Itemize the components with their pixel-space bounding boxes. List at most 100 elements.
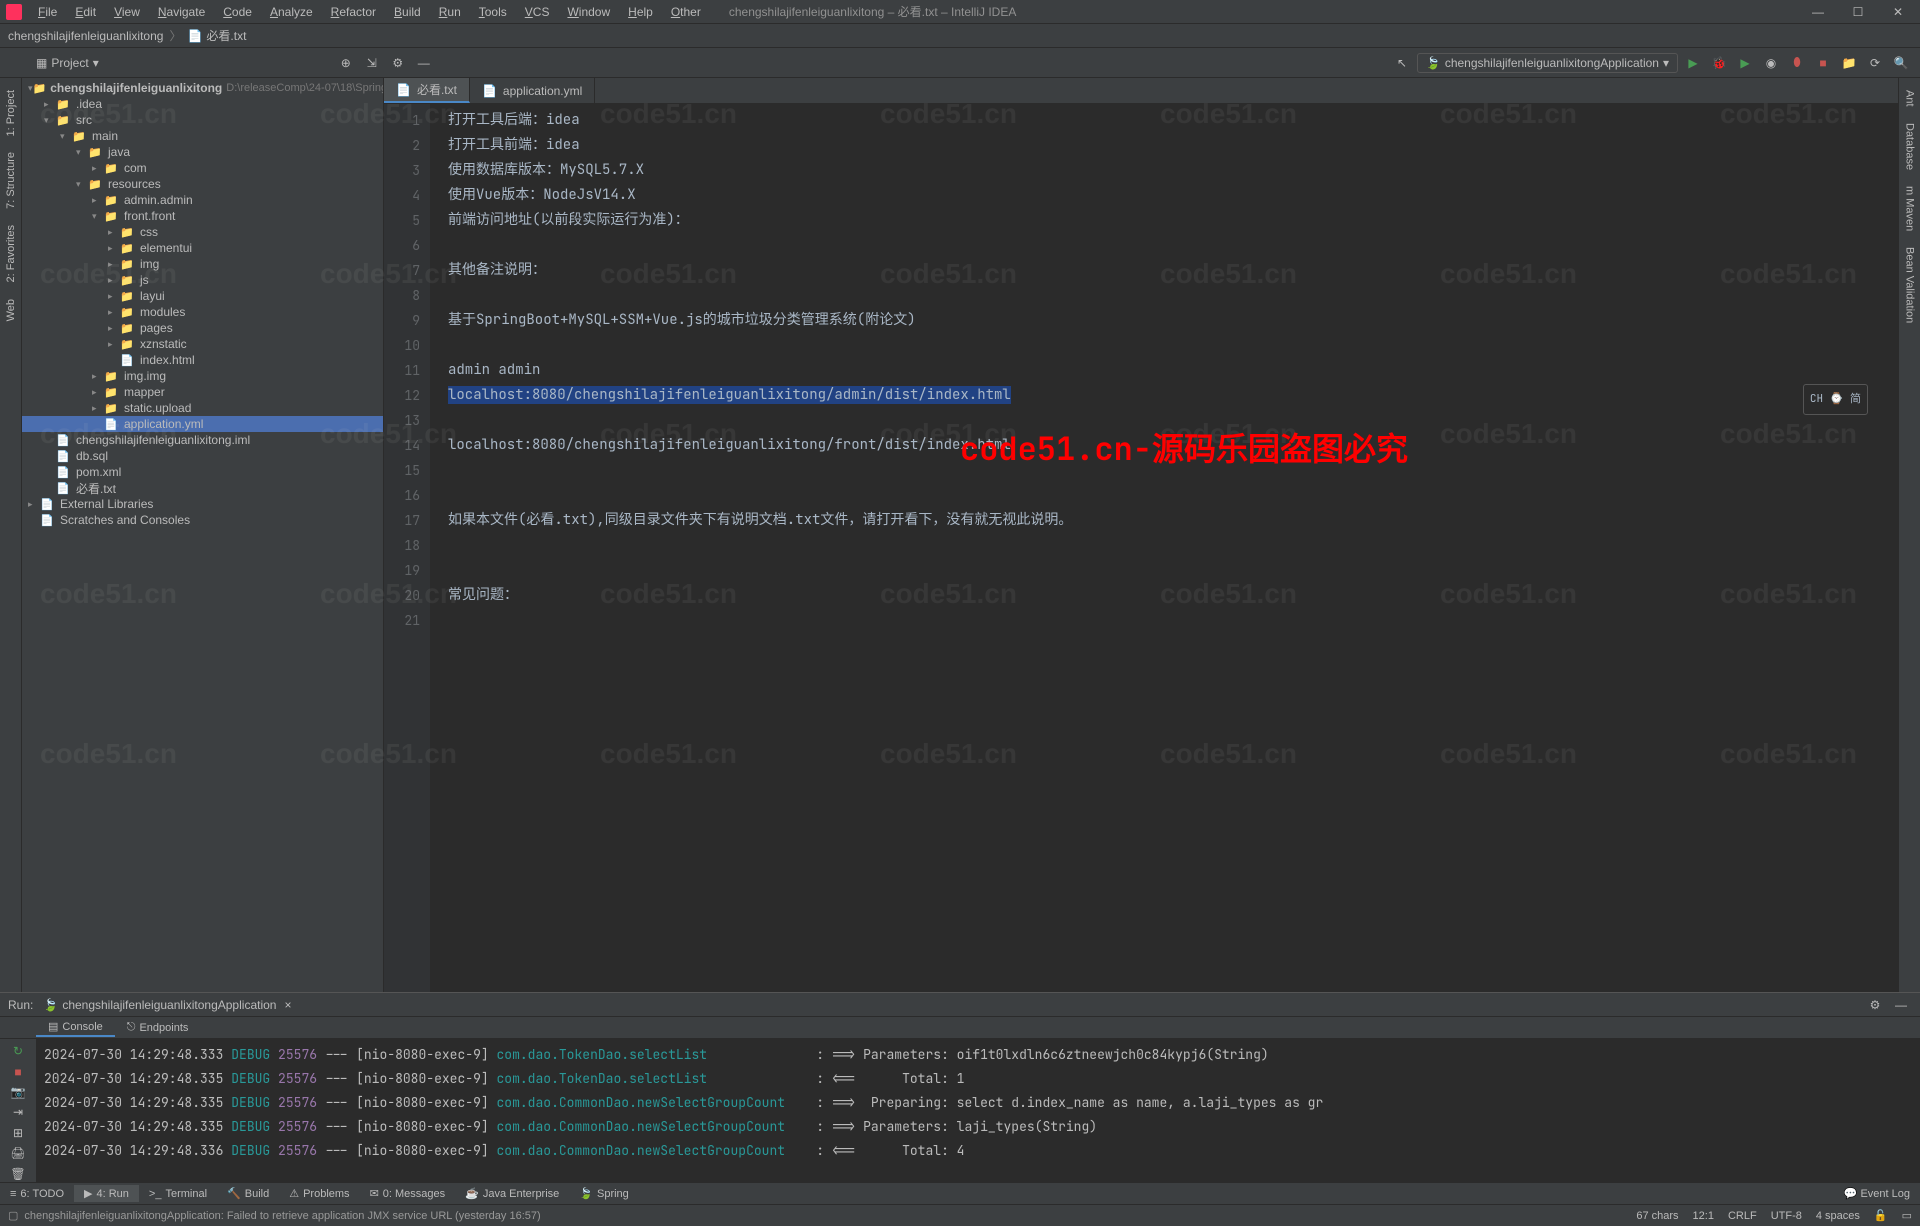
trash-icon[interactable]: 🗑 (7, 1166, 29, 1182)
right-tab-ant[interactable]: Ant (1902, 82, 1918, 115)
editor-tab[interactable]: 📄必看.txt (384, 78, 470, 103)
tree-arrow-icon[interactable]: ▸ (28, 499, 40, 510)
tree-item[interactable]: ▸layui (22, 288, 383, 304)
back-icon[interactable]: ↖ (1391, 52, 1413, 74)
menu-code[interactable]: Code (215, 3, 260, 21)
code-line[interactable]: admin admin (430, 358, 1898, 383)
code-line[interactable] (430, 533, 1898, 558)
expand-icon[interactable]: ⇲ (361, 52, 383, 74)
tree-arrow-icon[interactable]: ▸ (92, 371, 104, 382)
menu-view[interactable]: View (106, 3, 148, 21)
tree-arrow-icon[interactable]: ▸ (108, 307, 120, 318)
editor-tab[interactable]: 📄application.yml (470, 78, 595, 103)
tree-item[interactable]: ▸.idea (22, 96, 383, 112)
gear-icon[interactable]: ⚙ (387, 52, 409, 74)
gear-icon[interactable]: ⚙ (1864, 994, 1886, 1016)
menu-run[interactable]: Run (431, 3, 469, 21)
target-icon[interactable]: ⊕ (335, 52, 357, 74)
layout-icon[interactable]: ⊞ (7, 1125, 29, 1141)
code-line[interactable] (430, 608, 1898, 633)
tree-item[interactable]: Scratches and Consoles (22, 512, 383, 528)
tree-item[interactable]: ▸mapper (22, 384, 383, 400)
right-tab-beanvalidation[interactable]: Bean Validation (1902, 239, 1918, 331)
tool-window-icon[interactable]: ▢ (8, 1209, 18, 1222)
endpoints-tab[interactable]: ⎋ Endpoints (115, 1019, 201, 1036)
tree-item[interactable]: ▸modules (22, 304, 383, 320)
code-line[interactable]: 打开工具后端：idea (430, 108, 1898, 133)
tree-arrow-icon[interactable]: ▸ (108, 227, 120, 238)
tree-item[interactable]: ▾front.front (22, 208, 383, 224)
memory-indicator[interactable]: ▭ (1902, 1209, 1912, 1222)
readonly-icon[interactable]: 🔓 (1874, 1209, 1888, 1222)
vcs-button[interactable]: 📁 (1838, 52, 1860, 74)
encoding[interactable]: UTF-8 (1771, 1210, 1802, 1222)
cursor-position[interactable]: 12:1 (1693, 1210, 1714, 1222)
run-button[interactable]: ▶ (1682, 52, 1704, 74)
hide-icon[interactable]: — (1890, 994, 1912, 1016)
tree-item[interactable]: ▾java (22, 144, 383, 160)
tree-item[interactable]: pom.xml (22, 464, 383, 480)
tree-item[interactable]: ▾chengshilajifenleiguanlixitongD:\releas… (22, 80, 383, 96)
code-line[interactable] (430, 408, 1898, 433)
tree-item[interactable]: ▸com (22, 160, 383, 176)
bottom-tab-spring[interactable]: 🍃Spring (569, 1185, 639, 1202)
tree-item[interactable]: 必看.txt (22, 480, 383, 496)
code-line[interactable]: 使用数据库版本：MySQL5.7.X (430, 158, 1898, 183)
tree-item[interactable]: db.sql (22, 448, 383, 464)
tree-item[interactable]: ▸img (22, 256, 383, 272)
bottom-tab-terminal[interactable]: >_Terminal (139, 1185, 217, 1202)
code-line[interactable]: 前端访问地址(以前段实际运行为准)： (430, 208, 1898, 233)
close-tab-icon[interactable]: × (284, 998, 291, 1012)
tree-item[interactable]: ▸admin.admin (22, 192, 383, 208)
menu-build[interactable]: Build (386, 3, 429, 21)
debug-button[interactable]: 🐞 (1708, 52, 1730, 74)
event-log-button[interactable]: 💬 Event Log (1834, 1185, 1920, 1202)
bottom-tab-todo[interactable]: ≡6: TODO (0, 1185, 74, 1202)
tree-arrow-icon[interactable]: ▾ (76, 147, 88, 158)
code-line[interactable] (430, 233, 1898, 258)
tree-item[interactable]: ▸css (22, 224, 383, 240)
minimize-button[interactable]: — (1802, 2, 1834, 22)
code-line[interactable]: 其他备注说明： (430, 258, 1898, 283)
tree-arrow-icon[interactable]: ▸ (108, 243, 120, 254)
run-configuration-dropdown[interactable]: 🍃 chengshilajifenleiguanlixitongApplicat… (1417, 53, 1678, 73)
camera-icon[interactable]: 📷 (7, 1084, 29, 1100)
menu-refactor[interactable]: Refactor (323, 3, 384, 21)
code-line[interactable]: localhost:8080/chengshilajifenleiguanlix… (430, 383, 1898, 408)
line-separator[interactable]: CRLF (1728, 1210, 1757, 1222)
code-line[interactable]: 打开工具前端：idea (430, 133, 1898, 158)
update-button[interactable]: ⟳ (1864, 52, 1886, 74)
right-tab-mmaven[interactable]: m Maven (1902, 178, 1918, 239)
tree-arrow-icon[interactable]: ▸ (108, 275, 120, 286)
menu-help[interactable]: Help (620, 3, 661, 21)
coverage-button[interactable]: ▶ (1734, 52, 1756, 74)
tree-item[interactable]: ▸elementui (22, 240, 383, 256)
code-line[interactable]: 基于SpringBoot+MySQL+SSM+Vue.js的城市垃圾分类管理系统… (430, 308, 1898, 333)
tree-arrow-icon[interactable]: ▸ (92, 387, 104, 398)
editor-content[interactable]: code51.cn-源码乐园盗图必究 CH ⌚ 简 打开工具后端：idea打开工… (430, 104, 1898, 992)
print-icon[interactable]: 🖨 (7, 1145, 29, 1161)
menu-analyze[interactable]: Analyze (262, 3, 321, 21)
tree-arrow-icon[interactable]: ▾ (76, 179, 88, 190)
tree-item[interactable]: ▾src (22, 112, 383, 128)
menu-edit[interactable]: Edit (67, 3, 104, 21)
code-line[interactable] (430, 558, 1898, 583)
tree-item[interactable]: ▸img.img (22, 368, 383, 384)
tree-item[interactable]: ▸pages (22, 320, 383, 336)
menu-navigate[interactable]: Navigate (150, 3, 213, 21)
tree-item[interactable]: application.yml (22, 416, 383, 432)
tree-item[interactable]: index.html (22, 352, 383, 368)
indent[interactable]: 4 spaces (1816, 1210, 1860, 1222)
left-tab-web[interactable]: Web (3, 291, 19, 329)
left-tab-favorites[interactable]: 2: Favorites (3, 217, 19, 290)
tree-arrow-icon[interactable]: ▾ (60, 131, 72, 142)
close-button[interactable]: ✕ (1882, 2, 1914, 22)
project-tree[interactable]: ▾chengshilajifenleiguanlixitongD:\releas… (22, 78, 383, 992)
bottom-tab-problems[interactable]: ⚠Problems (279, 1185, 359, 1202)
tree-arrow-icon[interactable]: ▸ (108, 339, 120, 350)
tree-item[interactable]: ▸static.upload (22, 400, 383, 416)
menu-window[interactable]: Window (559, 3, 618, 21)
tree-arrow-icon[interactable]: ▸ (44, 99, 56, 110)
left-tab-structure[interactable]: 7: Structure (3, 144, 19, 217)
stop-button[interactable]: ■ (7, 1063, 29, 1079)
